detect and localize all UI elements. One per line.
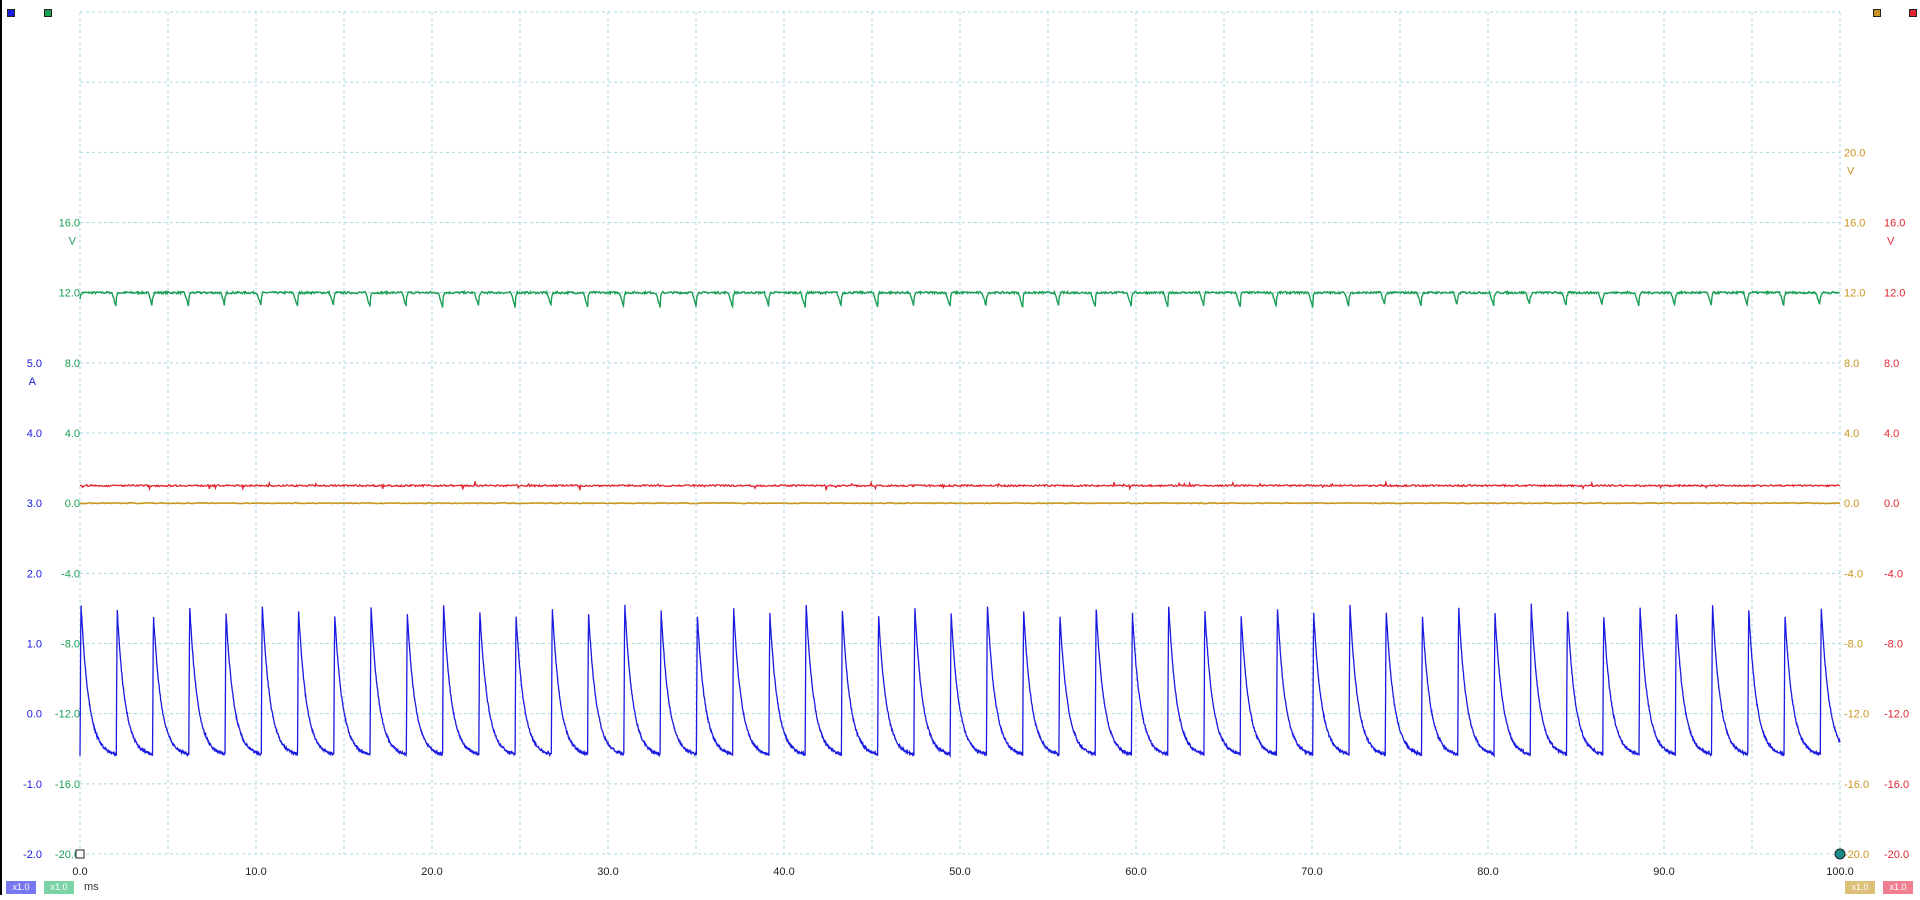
y-tick-label-c: -16.0: [1844, 779, 1869, 791]
time-cursor-start[interactable]: [75, 849, 85, 859]
y-tick-label-d: -20.0: [1884, 849, 1909, 861]
x-tick-label: 60.0: [1125, 866, 1146, 878]
y-tick-label-c: 20.0: [1844, 147, 1865, 159]
x-tick-label: 70.0: [1301, 866, 1322, 878]
y-tick-label-c: -20.0: [1844, 849, 1869, 861]
y-tick-label-b: 12.0: [59, 288, 80, 300]
scale-badge-a[interactable]: x1.0: [6, 881, 36, 894]
y-tick-label-b: 0.0: [65, 498, 80, 510]
y-tick-label-c: -12.0: [1844, 709, 1869, 721]
x-tick-label: 10.0: [245, 866, 266, 878]
y-tick-label-b: 8.0: [65, 358, 80, 370]
y-tick-label-a: -2.0: [23, 849, 42, 861]
y-tick-label-a: 0.0: [27, 709, 42, 721]
oscilloscope-view: 0.0 10.0 20.0 30.0 40.0 50.0 60.0 70.0 80.0 90.0 1…: [0, 0, 1920, 895]
time-unit-label: ms: [84, 881, 99, 893]
unit-label-b: V: [69, 236, 77, 248]
y-tick-label-b: -12.0: [55, 709, 80, 721]
x-tick-label: 30.0: [597, 866, 618, 878]
y-tick-label-d: 0.0: [1884, 498, 1899, 510]
y-tick-label-c: 4.0: [1844, 428, 1859, 440]
channel-d-marker[interactable]: [1909, 9, 1917, 17]
y-tick-label-b: -4.0: [61, 568, 80, 580]
y-tick-label-d: 8.0: [1884, 358, 1899, 370]
scale-badge-d[interactable]: x1.0: [1883, 881, 1913, 894]
y-tick-label-d: 12.0: [1884, 288, 1905, 300]
y-tick-label-a: 5.0: [27, 358, 42, 370]
channel-b-marker[interactable]: [44, 9, 52, 17]
y-tick-label-d: -4.0: [1884, 568, 1903, 580]
y-tick-label-a: -1.0: [23, 779, 42, 791]
y-tick-label-a: 1.0: [27, 639, 42, 651]
x-tick-label: 100.0: [1826, 866, 1854, 878]
y-tick-label-c: -8.0: [1844, 639, 1863, 651]
channel-c-marker[interactable]: [1873, 9, 1881, 17]
y-tick-label-b: -16.0: [55, 779, 80, 791]
y-tick-label-b: 4.0: [65, 428, 80, 440]
x-tick-label: 0.0: [72, 866, 87, 878]
y-tick-label-c: 0.0: [1844, 498, 1859, 510]
unit-label-c: V: [1847, 165, 1855, 177]
axis-labels: 0.0 10.0 20.0 30.0 40.0 50.0 60.0 70.0 80.0 90.0 1…: [23, 147, 1909, 878]
time-cursor-end[interactable]: [1834, 848, 1846, 860]
y-tick-label-b: 16.0: [59, 218, 80, 230]
unit-label-d: V: [1887, 236, 1895, 248]
x-tick-label: 50.0: [949, 866, 970, 878]
waveform-plot[interactable]: 0.0 10.0 20.0 30.0 40.0 50.0 60.0 70.0 80.0 90.0 1…: [2, 0, 1920, 895]
x-tick-label: 20.0: [421, 866, 442, 878]
unit-label-a: A: [29, 376, 37, 388]
x-tick-label: 40.0: [773, 866, 794, 878]
y-tick-label-c: -4.0: [1844, 568, 1863, 580]
grid: [79, 11, 1841, 855]
y-tick-label-c: 12.0: [1844, 288, 1865, 300]
y-tick-label-a: 3.0: [27, 498, 42, 510]
x-tick-label: 80.0: [1477, 866, 1498, 878]
channel-a-marker[interactable]: [7, 9, 15, 17]
y-tick-label-d: -16.0: [1884, 779, 1909, 791]
scale-badge-c[interactable]: x1.0: [1845, 881, 1875, 894]
y-tick-label-a: 4.0: [27, 428, 42, 440]
trace-channel-c[interactable]: [79, 501, 1841, 505]
scale-badge-b[interactable]: x1.0: [44, 881, 74, 894]
x-tick-label: 90.0: [1653, 866, 1674, 878]
y-tick-label-d: -12.0: [1884, 709, 1909, 721]
y-tick-label-c: 8.0: [1844, 358, 1859, 370]
y-tick-label-b: -8.0: [61, 639, 80, 651]
y-tick-label-a: 2.0: [27, 568, 42, 580]
y-tick-label-d: 16.0: [1884, 218, 1905, 230]
y-tick-label-d: 4.0: [1884, 428, 1899, 440]
y-tick-label-c: 16.0: [1844, 218, 1865, 230]
y-tick-label-d: -8.0: [1884, 639, 1903, 651]
